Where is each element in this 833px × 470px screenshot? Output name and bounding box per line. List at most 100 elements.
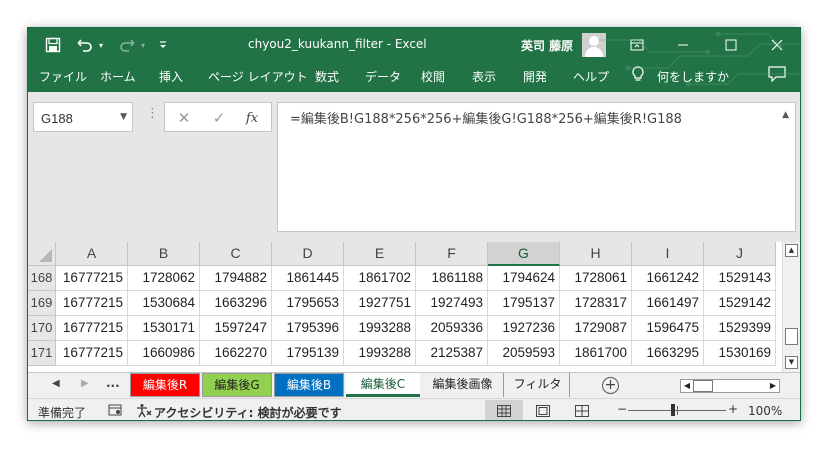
table-cell[interactable]: 1728317 [560,291,632,316]
column-header-j[interactable]: J [704,242,776,266]
zoom-out-button[interactable]: − [617,402,627,416]
save-icon[interactable] [42,28,64,62]
table-cell[interactable]: 1927493 [416,291,488,316]
zoom-in-button[interactable]: + [728,402,738,416]
table-cell[interactable]: 1530684 [128,291,200,316]
table-cell[interactable]: 2059336 [416,316,488,341]
sheet-tab[interactable]: 編集後画像 [422,373,504,397]
tab-view[interactable]: 表示 [472,68,496,85]
table-cell[interactable]: 16777215 [56,316,128,341]
formula-bar-grip-icon[interactable]: ⋮ [146,106,159,121]
row-header[interactable]: 171 [28,341,56,366]
enter-check-icon[interactable]: ✓ [208,108,230,128]
undo-icon[interactable] [74,28,96,62]
lightbulb-icon[interactable] [632,66,644,85]
table-cell[interactable]: 1728062 [128,266,200,291]
table-cell[interactable]: 1661497 [632,291,704,316]
tab-formulas[interactable]: 数式 [315,68,339,85]
table-cell[interactable]: 1794624 [488,266,560,291]
tab-insert[interactable]: 挿入 [159,68,183,85]
tell-me-search[interactable]: 何をしますか [657,68,729,85]
tab-file[interactable]: ファイル [39,68,87,85]
minimize-icon[interactable] [660,28,706,62]
column-header-g[interactable]: G [488,242,560,266]
table-cell[interactable]: 1861702 [344,266,416,291]
sheet-tab[interactable]: 編集後B [274,373,344,397]
table-cell[interactable]: 16777215 [56,341,128,366]
column-header-i[interactable]: I [632,242,704,266]
page-break-view-icon[interactable] [563,400,601,420]
zoom-slider-thumb[interactable] [671,404,675,416]
table-cell[interactable]: 1597247 [200,316,272,341]
sheet-tab[interactable]: 編集後R [130,373,200,397]
scroll-up-icon[interactable]: ▲ [785,244,798,257]
table-cell[interactable]: 1529399 [704,316,776,341]
add-sheet-icon[interactable]: + [602,377,619,394]
accessibility-status[interactable]: アクセシビリティ: 検討が必要です [154,404,342,420]
user-name[interactable]: 英司 藤原 [521,37,573,54]
table-cell[interactable]: 1795396 [272,316,344,341]
table-cell[interactable]: 1993288 [344,341,416,366]
table-cell[interactable]: 1795653 [272,291,344,316]
table-cell[interactable]: 2125387 [416,341,488,366]
accessibility-icon[interactable] [136,403,152,420]
macro-record-icon[interactable] [108,403,122,420]
table-cell[interactable]: 1794882 [200,266,272,291]
table-cell[interactable]: 1660986 [128,341,200,366]
scroll-left-icon[interactable]: ◀ [681,380,693,392]
sheet-tab[interactable]: 編集後C [346,373,420,397]
row-header[interactable]: 169 [28,291,56,316]
table-cell[interactable]: 1795139 [272,341,344,366]
table-cell[interactable]: 1529142 [704,291,776,316]
table-cell[interactable]: 1927751 [344,291,416,316]
scroll-right-icon[interactable]: ▶ [767,380,779,392]
customize-quick-access-icon[interactable] [156,28,170,62]
table-cell[interactable]: 1861188 [416,266,488,291]
column-header-b[interactable]: B [128,242,200,266]
ribbon-display-icon[interactable] [614,28,660,62]
table-cell[interactable]: 1530171 [128,316,200,341]
tab-data[interactable]: データ [365,68,401,85]
table-cell[interactable]: 16777215 [56,266,128,291]
tab-home[interactable]: ホーム [100,68,136,85]
horizontal-scroll-thumb[interactable] [693,380,713,392]
zoom-level[interactable]: 100% [748,404,782,418]
next-sheet-icon[interactable]: ▶ [81,378,89,389]
table-cell[interactable]: 2059593 [488,341,560,366]
tab-review[interactable]: 校閲 [421,68,445,85]
cancel-icon[interactable]: ✕ [173,108,195,128]
scroll-down-icon[interactable]: ▼ [785,356,798,369]
table-cell[interactable]: 1530169 [704,341,776,366]
sheet-tab[interactable]: フィルタ [506,373,570,397]
table-cell[interactable]: 1927236 [488,316,560,341]
normal-view-icon[interactable] [485,400,523,420]
sheet-tab[interactable]: 編集後G [202,373,272,397]
avatar[interactable] [582,33,606,57]
comments-icon[interactable] [768,66,786,85]
redo-dropdown-icon[interactable]: ▾ [138,28,148,62]
select-all-button[interactable] [28,242,56,266]
column-header-f[interactable]: F [416,242,488,266]
table-cell[interactable]: 1663295 [632,341,704,366]
horizontal-scrollbar[interactable]: ◀ ▶ [680,379,780,393]
table-cell[interactable]: 1795137 [488,291,560,316]
vertical-scrollbar[interactable]: ▲ ▼ [782,242,800,372]
maximize-icon[interactable] [708,28,754,62]
more-sheets-button[interactable]: ... [106,376,120,390]
row-header[interactable]: 170 [28,316,56,341]
column-header-e[interactable]: E [344,242,416,266]
column-header-c[interactable]: C [200,242,272,266]
tab-page-layout[interactable]: ページ レイアウト [208,68,308,85]
table-cell[interactable]: 1728061 [560,266,632,291]
name-box[interactable]: G188 ▼ [33,102,133,132]
undo-dropdown-icon[interactable]: ▾ [96,28,106,62]
table-cell[interactable]: 1529143 [704,266,776,291]
column-header-d[interactable]: D [272,242,344,266]
column-header-a[interactable]: A [56,242,128,266]
table-cell[interactable]: 1861445 [272,266,344,291]
table-cell[interactable]: 16777215 [56,291,128,316]
table-cell[interactable]: 1596475 [632,316,704,341]
close-icon[interactable] [754,28,800,62]
table-cell[interactable]: 1861700 [560,341,632,366]
table-cell[interactable]: 1729087 [560,316,632,341]
